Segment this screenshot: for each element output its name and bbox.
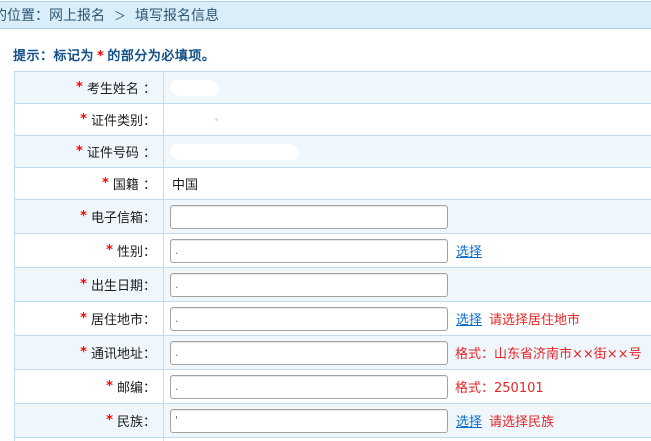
field-value-cell: [163, 72, 651, 103]
field-label-cell: * 性别：: [15, 234, 163, 267]
field-label: 性别：: [117, 241, 156, 260]
required-star: *: [106, 379, 113, 394]
gender-select-link[interactable]: 选择: [456, 241, 482, 260]
required-star: *: [76, 144, 83, 159]
field-label-cell: * 证件号码 ：: [15, 136, 163, 167]
field-label: 通讯地址：: [91, 343, 156, 362]
ethnicity-input[interactable]: [170, 409, 448, 433]
field-label: 证件号码 ：: [87, 142, 156, 161]
field-label-cell: * 国籍 ：: [15, 168, 163, 199]
field-note: 格式：250101: [455, 377, 544, 396]
field-value-cell: [163, 200, 651, 233]
required-star: *: [102, 176, 109, 191]
form-row-mailing-address: * 通讯地址： 格式：山东省济南市××街××号: [15, 336, 651, 370]
field-note: 格式：山东省济南市××街××号: [455, 343, 642, 362]
form-row-id-number: * 证件号码 ：: [15, 136, 651, 168]
breadcrumb-prefix: 的位置：: [0, 8, 49, 24]
required-hint-before: 提示：标记为: [13, 49, 94, 64]
form-row-gender: * 性别： 选择: [15, 234, 651, 268]
field-label: 考生姓名 ：: [87, 78, 156, 97]
required-star: *: [80, 277, 87, 292]
mailing-address-input[interactable]: [170, 341, 448, 365]
field-label-cell: * 通讯地址：: [15, 336, 163, 369]
field-label-cell: * 出生日期：: [15, 268, 163, 301]
field-value-cell: 格式：山东省济南市××街××号: [163, 336, 651, 369]
form-row-residence-city: * 居住地市： 选择 请选择居住地市: [15, 302, 651, 336]
redaction-artifact: [215, 118, 218, 121]
field-value-cell: 格式：250101: [163, 370, 651, 403]
field-label: 民族：: [117, 411, 156, 430]
ethnicity-select-link[interactable]: 选择: [456, 411, 482, 430]
field-label-cell: * 考生姓名 ：: [15, 72, 163, 103]
field-value: 中国: [172, 174, 198, 193]
breadcrumb-current: 填写报名信息: [135, 8, 219, 24]
form-row-birth-date: * 出生日期：: [15, 268, 651, 302]
required-star: *: [80, 209, 87, 224]
form-row-nationality: * 国籍 ： 中国: [15, 168, 651, 200]
breadcrumb: 的位置：网上报名 ＞ 填写报名信息: [0, 1, 651, 29]
field-note: 请选择居住地市: [489, 309, 580, 328]
form-row-email: * 电子信箱：: [15, 200, 651, 234]
postal-code-input[interactable]: [170, 375, 448, 399]
form-row-id-type: * 证件类别：: [15, 104, 651, 136]
required-star: *: [80, 311, 87, 326]
field-label: 电子信箱：: [91, 207, 156, 226]
field-value-cell: [163, 136, 651, 167]
field-label: 证件类别：: [91, 110, 156, 129]
field-label-cell: * 电子信箱：: [15, 200, 163, 233]
field-label: 居住地市：: [91, 309, 156, 328]
field-label: 国籍 ：: [113, 174, 156, 193]
redaction-smudge: [171, 81, 217, 95]
required-hint: 提示：标记为*的部分为必填项。: [13, 45, 215, 64]
field-label-cell: * 民族：: [15, 404, 163, 437]
birth-date-input[interactable]: [170, 273, 448, 297]
field-value-cell: [163, 104, 651, 135]
gender-input[interactable]: [170, 239, 448, 263]
field-value-cell: 中国: [163, 168, 651, 199]
field-label: 邮编：: [117, 377, 156, 396]
form-row-candidate-name: * 考生姓名 ：: [15, 72, 651, 104]
redaction-smudge: [171, 145, 297, 159]
field-value-cell: 选择 请选择居住地市: [163, 302, 651, 335]
email-input[interactable]: [170, 205, 448, 229]
residence-city-select-link[interactable]: 选择: [456, 309, 482, 328]
required-star: *: [106, 243, 113, 258]
field-value-cell: [163, 268, 651, 301]
required-star: *: [106, 413, 113, 428]
form-row-ethnicity: * 民族： 选择 请选择民族: [15, 404, 651, 438]
registration-form-table: *考生姓名 ： *证件类别： *证件号码 ：: [14, 71, 651, 441]
form-row-postal-code: * 邮编： 格式：250101: [15, 370, 651, 404]
required-hint-after: 的部分为必填项。: [107, 49, 215, 64]
field-value-cell: 选择: [163, 234, 651, 267]
field-value-cell: 选择 请选择民族: [163, 404, 651, 437]
residence-city-input[interactable]: [170, 307, 448, 331]
field-label-cell: * 居住地市：: [15, 302, 163, 335]
breadcrumb-link-online-registration[interactable]: 网上报名: [49, 8, 105, 24]
field-label-cell: * 邮编：: [15, 370, 163, 403]
required-star: *: [80, 345, 87, 360]
required-star: *: [76, 80, 83, 95]
breadcrumb-separator-icon: ＞: [114, 9, 126, 23]
required-star: *: [97, 49, 104, 64]
field-label-cell: * 证件类别：: [15, 104, 163, 135]
field-label: 出生日期：: [91, 275, 156, 294]
required-star: *: [80, 112, 87, 127]
field-note: 请选择民族: [489, 411, 554, 430]
